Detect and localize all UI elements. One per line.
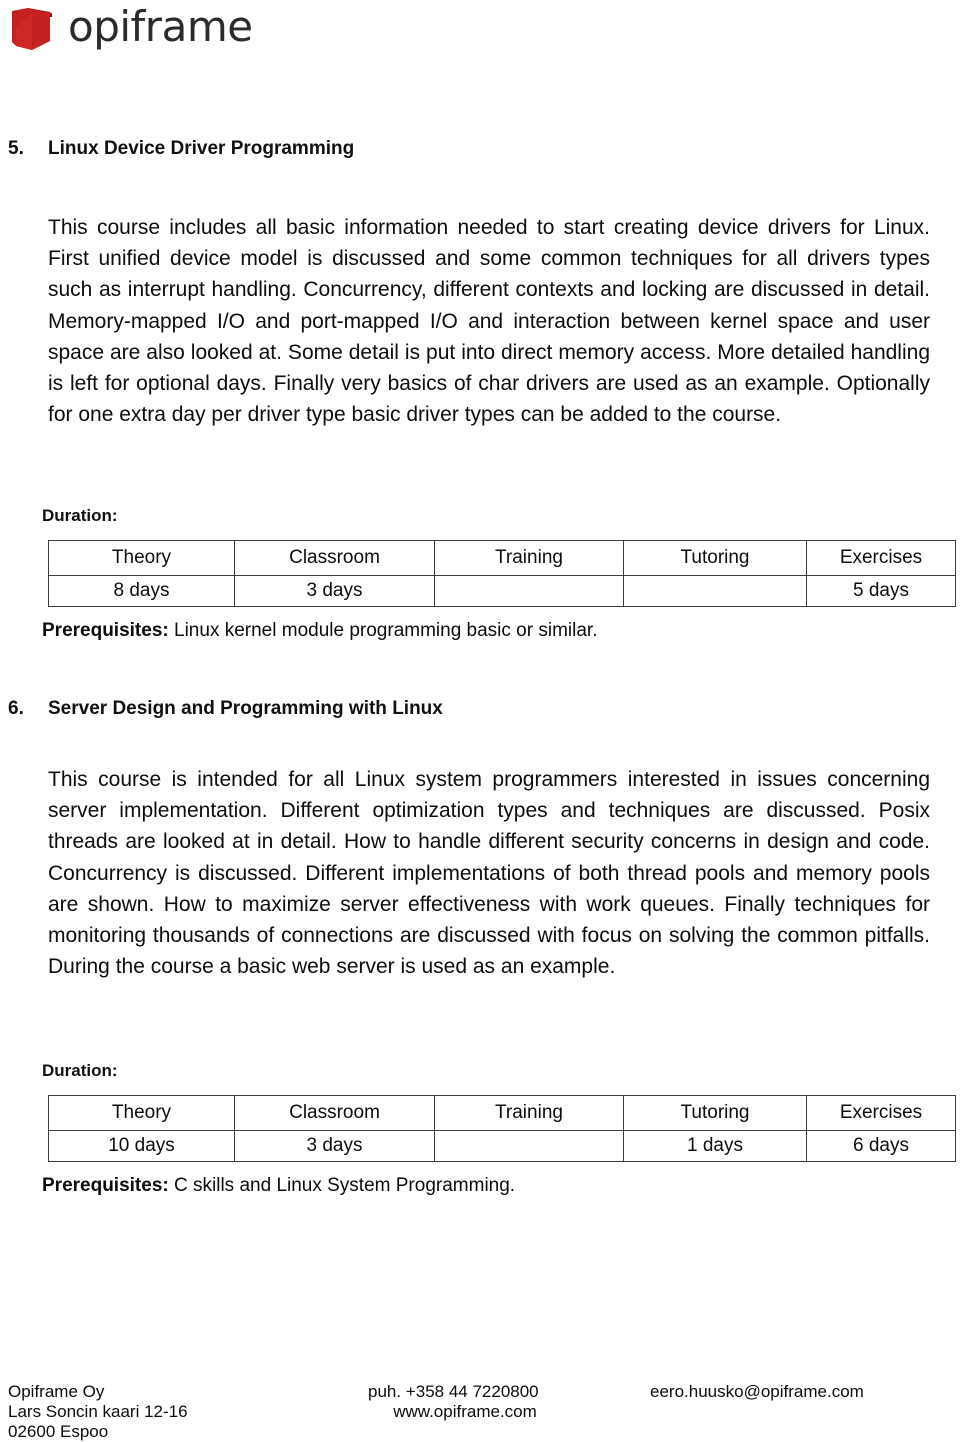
table-header-row: Theory Classroom Training Tutoring Exerc…	[48, 1095, 956, 1131]
table-cell-training	[434, 575, 624, 607]
section-6-prerequisites-label: Prerequisites:	[42, 1175, 169, 1196]
table-cell-tutoring: 1 days	[623, 1130, 807, 1162]
course-section-5: 5. Linux Device Driver Programming	[0, 138, 960, 168]
table-cell-training	[434, 1130, 624, 1162]
section-5-prerequisites-text: Linux kernel module programming basic or…	[174, 620, 598, 641]
book-logo-icon	[10, 8, 56, 52]
table-header-training: Training	[434, 1095, 624, 1131]
footer-company: Opiframe Oy	[8, 1382, 105, 1401]
table-header-exercises: Exercises	[806, 540, 956, 576]
footer-email-block: eero.huusko@opiframe.com	[650, 1382, 864, 1402]
table-cell-exercises: 6 days	[806, 1130, 956, 1162]
section-5-heading: 5. Linux Device Driver Programming	[0, 138, 960, 168]
section-6-body: This course is intended for all Linux sy…	[48, 768, 930, 979]
section-5-body: This course includes all basic informati…	[48, 216, 930, 427]
table-cell-theory: 8 days	[48, 575, 235, 607]
table-header-training: Training	[434, 540, 624, 576]
table-cell-classroom: 3 days	[234, 575, 435, 607]
table-header-row: Theory Classroom Training Tutoring Exerc…	[48, 540, 956, 576]
table-row: 10 days 3 days 1 days 6 days	[48, 1130, 956, 1162]
section-5-prerequisites-label: Prerequisites:	[42, 620, 169, 641]
table-header-theory: Theory	[48, 1095, 235, 1131]
section-6-title: Server Design and Programming with Linux	[48, 698, 443, 719]
table-header-theory: Theory	[48, 540, 235, 576]
footer-city: 02600 Espoo	[8, 1422, 109, 1441]
logo-wordmark: opiframe	[68, 2, 253, 51]
section-6-heading: 6. Server Design and Programming with Li…	[0, 698, 960, 728]
table-header-classroom: Classroom	[234, 540, 435, 576]
course-section-6: 6. Server Design and Programming with Li…	[0, 698, 960, 728]
table-header-classroom: Classroom	[234, 1095, 435, 1131]
footer-email[interactable]: eero.huusko@opiframe.com	[650, 1382, 864, 1402]
footer-street: Lars Soncin kaari 12-16	[8, 1402, 188, 1421]
page-footer: Opiframe Oy Lars Soncin kaari 12-16 0260…	[0, 1382, 960, 1442]
table-header-exercises: Exercises	[806, 1095, 956, 1131]
table-cell-theory: 10 days	[48, 1130, 235, 1162]
table-header-tutoring: Tutoring	[623, 1095, 807, 1131]
page-header: opiframe	[0, 0, 960, 72]
section-6-prerequisites: Prerequisites: C skills and Linux System…	[42, 1175, 515, 1197]
section-5-prerequisites: Prerequisites: Linux kernel module progr…	[42, 620, 597, 642]
table-cell-exercises: 5 days	[806, 575, 956, 607]
footer-contact-block: puh. +358 44 7220800 www.opiframe.com	[320, 1382, 610, 1422]
section-5-number: 5.	[8, 138, 24, 159]
section-6-prerequisites-text: C skills and Linux System Programming.	[174, 1175, 516, 1196]
footer-website[interactable]: www.opiframe.com	[320, 1402, 610, 1422]
table-row: 8 days 3 days 5 days	[48, 575, 956, 607]
section-6-duration-label: Duration:	[42, 1061, 118, 1080]
section-6-duration-table: Theory Classroom Training Tutoring Exerc…	[48, 1095, 956, 1162]
section-5-title: Linux Device Driver Programming	[48, 138, 355, 159]
table-cell-tutoring	[623, 575, 807, 607]
section-6-number: 6.	[8, 698, 24, 719]
section-5-duration-table: Theory Classroom Training Tutoring Exerc…	[48, 540, 956, 607]
table-header-tutoring: Tutoring	[623, 540, 807, 576]
footer-address-block: Opiframe Oy Lars Soncin kaari 12-16 0260…	[8, 1382, 188, 1442]
table-cell-classroom: 3 days	[234, 1130, 435, 1162]
footer-phone: puh. +358 44 7220800	[368, 1382, 539, 1401]
section-5-duration-label: Duration:	[42, 506, 118, 525]
